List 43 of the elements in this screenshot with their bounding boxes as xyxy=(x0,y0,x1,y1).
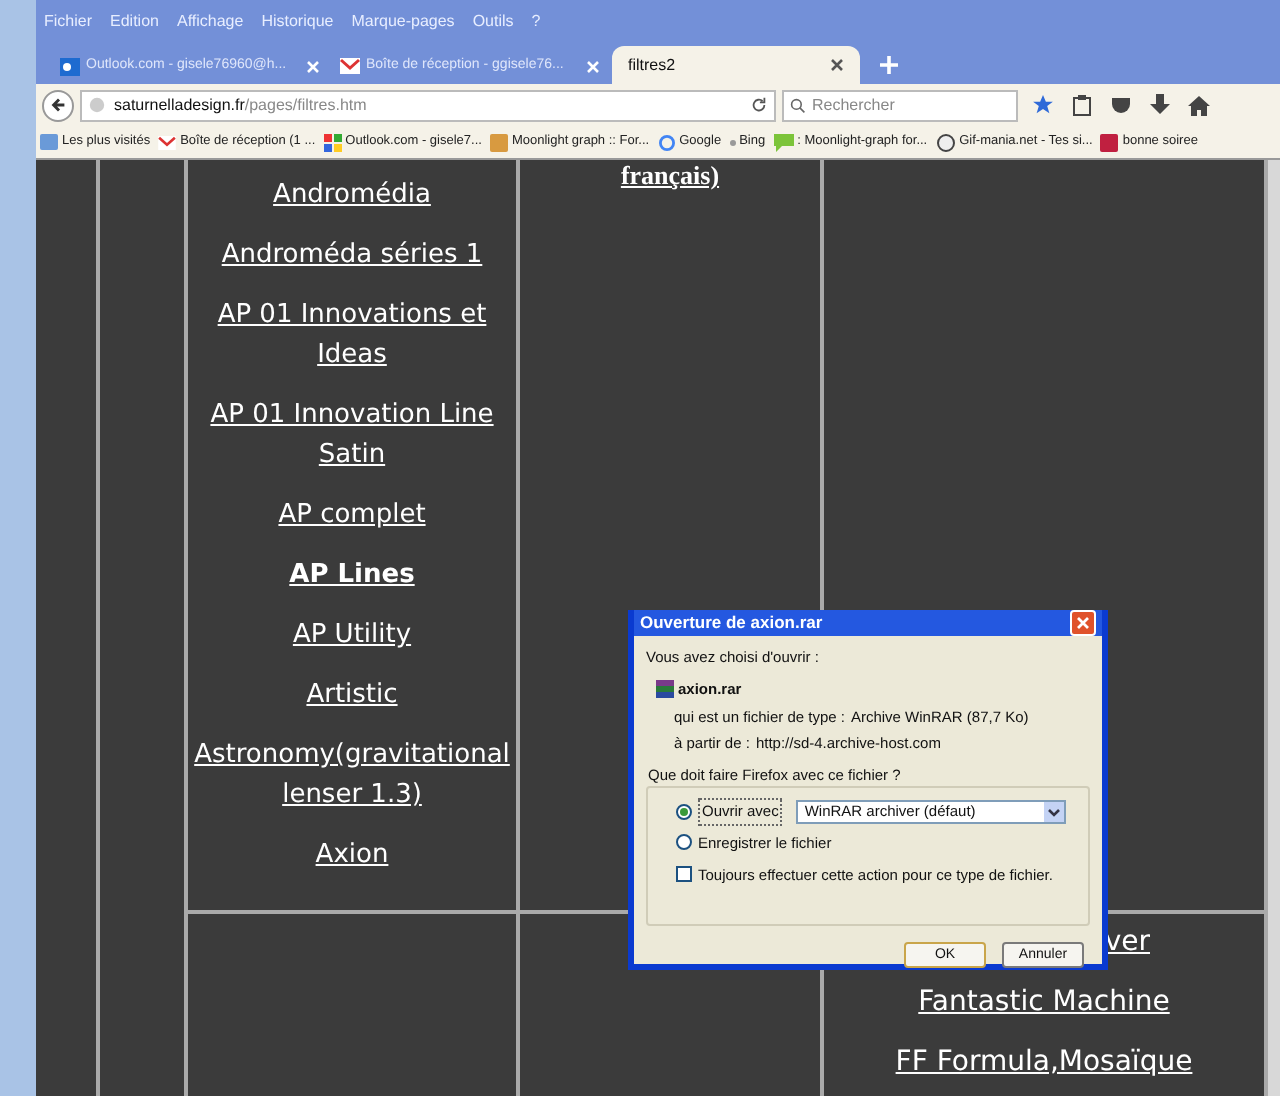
home-icon[interactable] xyxy=(1188,95,1210,115)
archive-icon xyxy=(656,680,674,699)
speech-bubble-icon xyxy=(773,133,794,151)
address-field[interactable]: saturnelladesign.fr/pages/filtres.htm xyxy=(80,89,776,121)
link-text[interactable]: AP 01 Innovation Line Satin xyxy=(188,396,516,476)
radio-button[interactable] xyxy=(676,803,692,820)
download-icon[interactable] xyxy=(1150,94,1170,116)
link-text[interactable]: AP Lines xyxy=(281,556,423,596)
close-button[interactable] xyxy=(1070,610,1096,636)
search-placeholder: Rechercher xyxy=(812,93,895,117)
search-icon xyxy=(790,97,806,113)
dialog-title: Ouverture de axion.rar xyxy=(640,610,823,636)
radio-button[interactable] xyxy=(676,834,692,851)
link-text[interactable]: Fantastic Machine xyxy=(918,982,1170,1022)
envelope-icon xyxy=(158,135,177,149)
link-text[interactable]: AP Utility xyxy=(284,616,420,656)
link-text[interactable]: AP complet xyxy=(270,496,434,536)
checkbox[interactable] xyxy=(676,866,692,883)
url-text: saturnelladesign.fr/pages/filtres.htm xyxy=(114,93,369,117)
clipboard-icon[interactable] xyxy=(1072,94,1092,116)
link-text[interactable]: ver xyxy=(1104,922,1150,962)
plus-icon[interactable] xyxy=(880,56,898,74)
link-text[interactable]: Axion xyxy=(307,836,397,876)
pocket-icon[interactable] xyxy=(1110,95,1132,115)
link-text[interactable]: Artistic xyxy=(298,676,406,716)
g-icon xyxy=(657,133,676,151)
dot-icon xyxy=(729,139,736,145)
back-arrow-icon xyxy=(49,96,67,114)
close-icon xyxy=(1076,616,1090,630)
link-text[interactable]: Andromédia xyxy=(265,176,439,216)
envelope-icon xyxy=(340,58,360,74)
link-text[interactable]: français) xyxy=(620,160,720,192)
link-text[interactable]: Androméda séries 1 xyxy=(213,236,491,276)
back-button[interactable] xyxy=(42,89,74,121)
search-field[interactable]: Rechercher xyxy=(782,89,1018,121)
link-text[interactable]: Astronomy(gravitational lenser 1.3) xyxy=(186,736,518,816)
close-icon[interactable] xyxy=(830,58,844,72)
tab[interactable]: filtres2 xyxy=(612,46,860,84)
link-text[interactable]: AP 01 Innovations et Ideas xyxy=(188,296,516,376)
reload-icon[interactable] xyxy=(750,96,768,114)
windows-icon xyxy=(323,133,342,151)
star-icon[interactable] xyxy=(1032,94,1054,116)
link-text[interactable]: FF Formula,Mosaïque xyxy=(895,1042,1193,1082)
